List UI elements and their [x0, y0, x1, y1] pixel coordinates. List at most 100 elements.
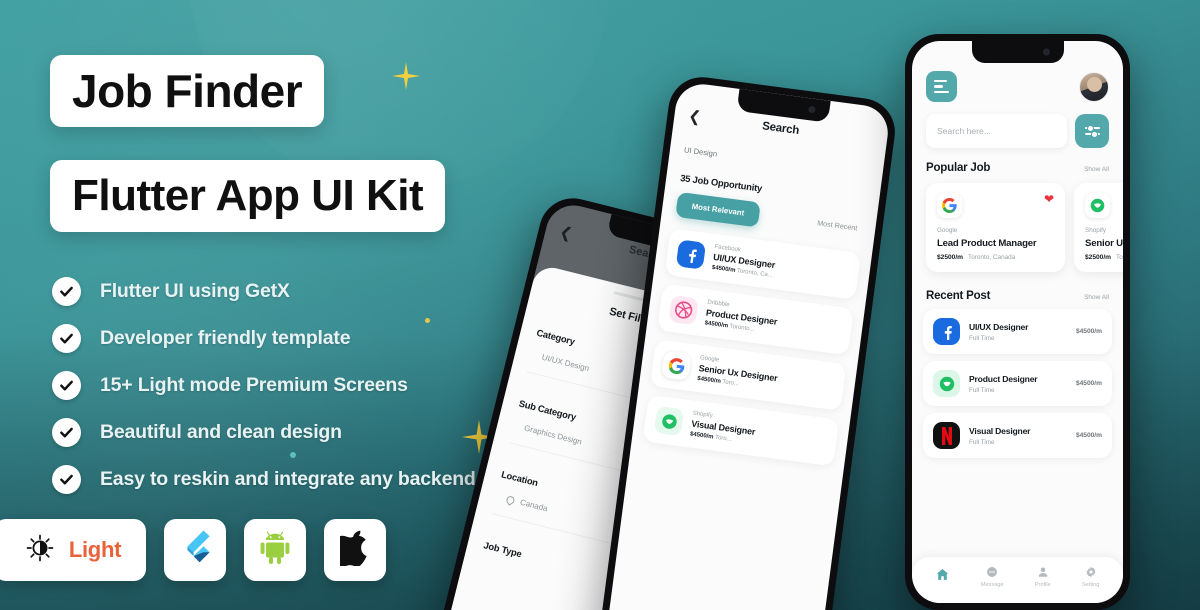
search-query-tag: UI Design	[683, 145, 718, 159]
job-pay: $4500/m	[704, 320, 729, 330]
nav-item-message[interactable]: Message	[981, 565, 1004, 588]
job-location: Toronto, Ca...	[736, 268, 774, 279]
phone-notch	[971, 41, 1064, 63]
popular-job-list: ❤ Google Lead Product Manager $2500/m To…	[926, 183, 1123, 272]
chevron-left-icon[interactable]: ❮	[687, 108, 710, 126]
flutter-logo-icon	[179, 529, 211, 572]
feature-item: 15+ Light mode Premium Screens	[52, 362, 552, 409]
list-item[interactable]: Visual Designer Full Time $4500/m	[923, 413, 1112, 458]
search-input[interactable]: Search here...	[926, 114, 1067, 148]
sliders-filter-icon[interactable]	[1075, 114, 1109, 148]
android-badge[interactable]	[244, 519, 306, 581]
filter-value-text: Canada	[519, 497, 549, 514]
feature-label: 15+ Light mode Premium Screens	[100, 374, 408, 396]
light-mode-label: Light	[68, 537, 122, 562]
job-pay: $2500/m	[1085, 254, 1112, 261]
nav-label: Profile	[1034, 581, 1051, 588]
feature-item: Developer friendly template	[52, 315, 552, 362]
job-type: Full Time	[969, 438, 995, 446]
nav-label: Message	[980, 581, 1004, 588]
light-mode-badge[interactable]: Light	[0, 519, 146, 581]
feature-label: Beautiful and clean design	[100, 421, 342, 443]
job-location: Toro...	[714, 434, 732, 443]
netflix-logo-icon	[933, 422, 960, 449]
bottom-navigation: Message Profile Setting	[912, 557, 1123, 603]
nav-item-home[interactable]	[936, 568, 950, 585]
page-title-line2: Flutter App UI Kit	[50, 160, 446, 232]
job-location: Toronto...	[729, 323, 755, 333]
chip-most-relevant[interactable]: Most Relevant	[675, 191, 761, 228]
phone-mockup-home: Search here... Popular Job Show All ❤ Go…	[905, 34, 1130, 610]
check-icon	[52, 324, 81, 353]
job-location: Toronto, Canada	[1116, 254, 1123, 261]
check-icon	[52, 418, 81, 447]
android-logo-icon	[259, 531, 291, 570]
job-pay: $4500/m	[1075, 380, 1102, 387]
page-title-line1: Job Finder	[50, 55, 325, 127]
job-location: Toronto, Canada	[968, 254, 1016, 261]
shopify-logo-icon	[653, 405, 685, 437]
company-name: Shopify	[1085, 227, 1107, 234]
show-all-link[interactable]: Show All	[1084, 294, 1109, 301]
facebook-logo-icon	[933, 318, 960, 345]
flutter-badge[interactable]	[164, 519, 226, 581]
search-results-list: Facebook UI/UX Designer $4500/m Toronto,…	[642, 228, 862, 467]
job-pay: $4500/m	[689, 431, 714, 441]
job-card[interactable]: Shopify Senior UX Designer $2500/m Toron…	[1074, 183, 1123, 272]
recent-post-list: UI/UX Designer Full Time $4500/m Product…	[923, 309, 1112, 458]
sun-brightness-icon	[25, 533, 55, 568]
location-pin-icon	[505, 494, 517, 506]
feature-item: Beautiful and clean design	[52, 409, 552, 456]
avatar[interactable]	[1079, 71, 1109, 102]
camera-icon	[807, 105, 816, 114]
job-type: Full Time	[969, 386, 995, 394]
gear-icon	[1084, 565, 1098, 579]
shopify-logo-icon	[1085, 193, 1110, 218]
profile-icon	[1036, 565, 1050, 579]
feature-list: Flutter UI using GetX Developer friendly…	[52, 268, 552, 503]
section-title: Recent Post	[926, 290, 991, 302]
dribbble-logo-icon	[668, 294, 699, 326]
list-item[interactable]: UI/UX Designer Full Time $4500/m	[923, 309, 1112, 354]
chip-most-recent[interactable]: Most Recent	[817, 218, 862, 233]
job-role: Visual Designer	[969, 425, 1031, 436]
message-icon	[985, 565, 999, 579]
nav-item-profile[interactable]: Profile	[1035, 565, 1051, 588]
job-pay: $4500/m	[1075, 328, 1102, 335]
home-screen: Search here... Popular Job Show All ❤ Go…	[912, 41, 1123, 603]
facebook-logo-icon	[675, 239, 707, 270]
home-icon	[936, 568, 950, 582]
job-role: Senior UX Designer	[1085, 238, 1123, 249]
apple-badge[interactable]	[324, 519, 386, 581]
feature-label: Developer friendly template	[100, 327, 351, 349]
google-logo-icon	[661, 350, 692, 381]
job-type: Full Time	[969, 334, 995, 342]
hamburger-menu-icon[interactable]	[926, 71, 957, 102]
filter-value-text: UI/UX Design	[540, 352, 591, 374]
nav-item-setting[interactable]: Setting	[1082, 565, 1099, 588]
section-title: Popular Job	[926, 162, 991, 174]
check-icon	[52, 277, 81, 306]
feature-label: Easy to reskin and integrate any backend	[100, 468, 476, 490]
feature-label: Flutter UI using GetX	[100, 280, 290, 302]
job-pay: $2500/m	[937, 254, 964, 261]
job-role: UI/UX Designer	[969, 321, 1029, 332]
filter-value-text: Graphics Design	[523, 423, 583, 447]
job-role: Lead Product Manager	[937, 238, 1037, 249]
camera-icon	[1042, 48, 1050, 56]
badge-row: Light	[0, 519, 386, 581]
google-logo-icon	[937, 193, 962, 218]
job-pay: $4500/m	[1075, 432, 1102, 439]
phone-screen-home: Search here... Popular Job Show All ❤ Go…	[912, 41, 1123, 603]
check-icon	[52, 371, 81, 400]
company-name: Google	[937, 227, 958, 234]
shopify-logo-icon	[933, 370, 960, 397]
favorite-heart-icon[interactable]: ❤	[1044, 193, 1054, 205]
job-location: Toro...	[721, 379, 740, 388]
job-card[interactable]: ❤ Google Lead Product Manager $2500/m To…	[926, 183, 1065, 272]
show-all-link[interactable]: Show All	[1084, 166, 1109, 173]
list-item[interactable]: Product Designer Full Time $4500/m	[923, 361, 1112, 406]
feature-item: Flutter UI using GetX	[52, 268, 552, 315]
search-page-title: Search	[761, 119, 800, 137]
check-icon	[52, 465, 81, 494]
